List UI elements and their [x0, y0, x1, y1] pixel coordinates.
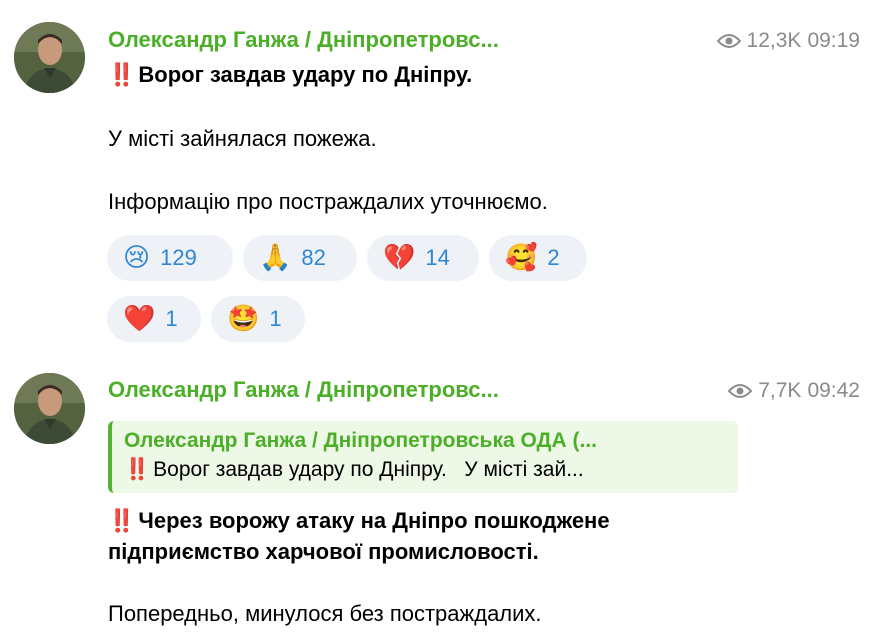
post-paragraph: Попередньо, минулося без постраждалих.	[108, 601, 542, 626]
reaction-star-struck[interactable]: 🤩 1	[211, 296, 305, 342]
quote-snippet: Ворог завдав удару по Дніпру. У місті за…	[153, 458, 584, 481]
reaction-count: 1	[269, 306, 282, 331]
double-exclamation-icon: ‼️	[108, 62, 135, 87]
reaction-broken-heart[interactable]: 💔 14	[367, 235, 479, 281]
view-count: 12,3K	[746, 29, 802, 52]
reaction-count: 1	[165, 306, 178, 331]
post-headline: ‼️ Через ворожу атаку на Дніпро пошкоджен…	[108, 505, 610, 567]
post-headline: ‼️ Ворог завдав удару по Дніпру.	[108, 59, 472, 90]
message-post: Олександр Ганжа / Дніпропетровс... 12,3K…	[0, 0, 892, 350]
post-meta: 12,3K 09:19	[716, 29, 860, 53]
reaction-count: 2	[547, 245, 560, 270]
reaction-heart[interactable]: ❤️ 1	[107, 296, 201, 342]
red-heart-icon: ❤️	[123, 304, 156, 334]
reaction-pray[interactable]: 🙏 82	[243, 235, 357, 281]
double-exclamation-icon: ‼️	[108, 508, 135, 533]
smiling-face-with-hearts-icon: 🥰	[505, 243, 538, 273]
reaction-count: 129	[160, 245, 197, 270]
double-exclamation-icon: ‼️	[124, 458, 150, 481]
headline-text: Через ворожу атаку на Дніпро пошкоджене	[138, 508, 610, 533]
post-meta: 7,7K 09:42	[728, 379, 860, 403]
post-paragraph: У місті зайнялася пожежа.	[108, 126, 377, 151]
quote-author: Олександр Ганжа / Дніпропетровська ОДА (…	[124, 429, 598, 452]
post-time: 09:42	[807, 379, 860, 402]
quote-text: ‼️ Ворог завдав удару по Дніпру. У місті …	[124, 455, 726, 485]
channel-name[interactable]: Олександр Ганжа / Дніпропетровс...	[108, 377, 499, 403]
avatar[interactable]	[14, 373, 85, 444]
eye-icon	[716, 34, 741, 48]
reaction-hearts-face[interactable]: 🥰 2	[489, 235, 587, 281]
reply-quote[interactable]: Олександр Ганжа / Дніпропетровська ОДА (…	[108, 421, 738, 493]
message-post: Олександр Ганжа / Дніпропетровс... 7,7K …	[0, 350, 892, 638]
reaction-count: 82	[301, 245, 326, 270]
post-paragraph: Інформацію про постраждалих уточнюємо.	[108, 189, 548, 214]
view-count: 7,7K	[758, 379, 802, 402]
broken-heart-icon: 💔	[383, 243, 416, 273]
headline-text: підприємство харчової промисловості.	[108, 539, 539, 564]
crying-face-icon: 😢	[123, 243, 151, 273]
reaction-count: 14	[425, 245, 450, 270]
avatar[interactable]	[14, 22, 85, 93]
headline-text: Ворог завдав удару по Дніпру.	[138, 62, 473, 87]
eye-icon	[728, 384, 753, 398]
post-time: 09:19	[807, 29, 860, 52]
channel-name[interactable]: Олександр Ганжа / Дніпропетровс...	[108, 27, 499, 53]
reaction-crying[interactable]: 😢 129	[107, 235, 233, 281]
folded-hands-icon: 🙏	[259, 243, 292, 273]
star-struck-icon: 🤩	[227, 304, 260, 334]
